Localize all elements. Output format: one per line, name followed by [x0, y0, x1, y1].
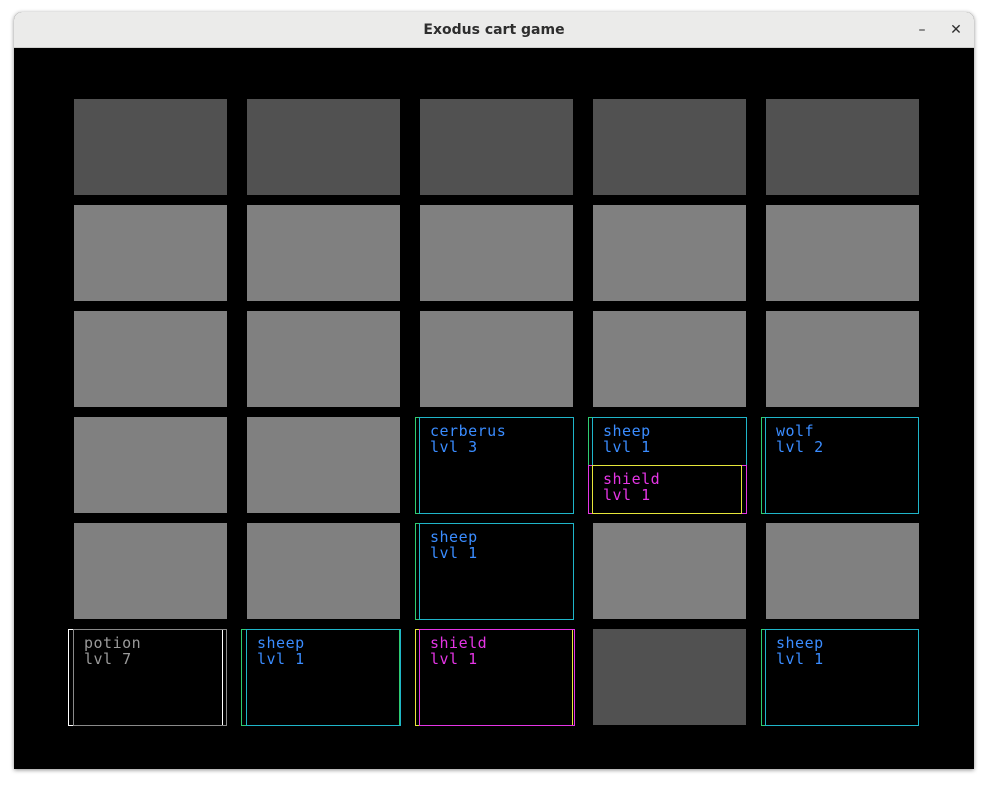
card-label: sheep lvl 1 [776, 635, 824, 667]
card-level: lvl 1 [603, 486, 651, 504]
card-sheep[interactable]: sheep lvl 1 [761, 629, 919, 726]
grid-cell-empty[interactable] [420, 205, 573, 301]
card-label: potion lvl 7 [84, 635, 141, 667]
card-sheep[interactable]: sheep lvl 1 [415, 523, 574, 620]
card-label: sheep lvl 1 [430, 529, 478, 561]
card-name: shield [603, 470, 661, 488]
grid-cell-empty[interactable] [247, 205, 400, 301]
card-level: lvl 1 [603, 438, 651, 456]
grid-cell-empty[interactable] [766, 205, 919, 301]
minimize-button[interactable]: – [910, 18, 934, 42]
card-label: shield lvl 1 [603, 471, 660, 503]
grid-cell-empty[interactable] [593, 205, 746, 301]
grid-cell-empty[interactable] [420, 311, 573, 407]
card-level: lvl 3 [430, 438, 478, 456]
grid-cell-empty[interactable] [74, 523, 227, 619]
card-name: sheep [257, 634, 305, 652]
card-potion[interactable]: potion lvl 7 [68, 629, 227, 726]
card-name: sheep [776, 634, 824, 652]
grid-cell-empty[interactable] [593, 523, 746, 619]
card-level: lvl 1 [776, 650, 824, 668]
card-name: shield [430, 634, 488, 652]
card-name: sheep [603, 422, 651, 440]
card-name: cerberus [430, 422, 507, 440]
card-label: shield lvl 1 [430, 635, 487, 667]
card-name: wolf [776, 422, 815, 440]
grid-cell-empty[interactable] [247, 523, 400, 619]
window-title: Exodus cart game [423, 22, 565, 38]
grid-cell-empty[interactable] [74, 417, 227, 513]
grid-cell-empty[interactable] [74, 205, 227, 301]
card-level: lvl 2 [776, 438, 824, 456]
card-sheep[interactable]: sheep lvl 1 [241, 629, 401, 726]
grid-cell-empty[interactable] [420, 99, 573, 195]
grid-cell-empty[interactable] [766, 523, 919, 619]
card-label: wolf lvl 2 [776, 423, 824, 455]
grid-cell-empty[interactable] [766, 99, 919, 195]
grid-cell-empty[interactable] [247, 99, 400, 195]
title-bar[interactable]: Exodus cart game – ✕ [14, 12, 974, 48]
grid-cell-empty[interactable] [247, 311, 400, 407]
game-board: cerberus lvl 3 sheep lvl 1 shield lvl 1 … [14, 49, 974, 769]
grid-cell-empty[interactable] [247, 417, 400, 513]
grid-cell-empty[interactable] [593, 311, 746, 407]
card-cerberus[interactable]: cerberus lvl 3 [415, 417, 574, 514]
grid-cell-empty[interactable] [593, 629, 746, 725]
card-level: lvl 1 [430, 650, 478, 668]
card-level: lvl 1 [430, 544, 478, 562]
card-label: sheep lvl 1 [603, 423, 651, 455]
card-wolf[interactable]: wolf lvl 2 [761, 417, 919, 514]
game-window: Exodus cart game – ✕ cerberus lvl 3 shee… [14, 12, 974, 769]
grid-cell-empty[interactable] [593, 99, 746, 195]
card-name: sheep [430, 528, 478, 546]
card-level: lvl 1 [257, 650, 305, 668]
card-stack[interactable]: sheep lvl 1 shield lvl 1 [588, 417, 747, 514]
grid-cell-empty[interactable] [766, 311, 919, 407]
card-level: lvl 7 [84, 650, 132, 668]
card-name: potion [84, 634, 142, 652]
close-button[interactable]: ✕ [944, 18, 968, 42]
card-label: cerberus lvl 3 [430, 423, 506, 455]
card-shield[interactable]: shield lvl 1 [415, 629, 575, 726]
card-label: sheep lvl 1 [257, 635, 305, 667]
grid-cell-empty[interactable] [74, 99, 227, 195]
grid-cell-empty[interactable] [74, 311, 227, 407]
